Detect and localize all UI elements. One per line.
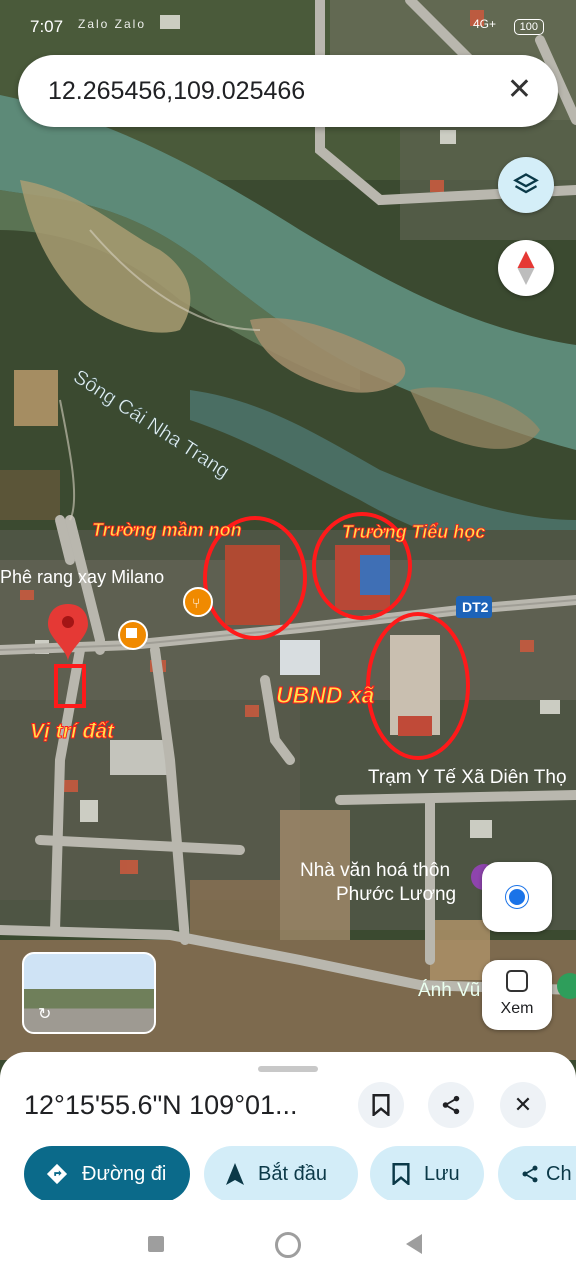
culture-house-label-1: Nhà văn hoá thôn: [300, 860, 450, 881]
share-label: Ch: [546, 1162, 572, 1185]
coordinates-title: 12°15'55.6"N 109°01...: [24, 1090, 298, 1120]
close-icon: ✕: [513, 1092, 533, 1117]
commune-office-annotation: UBND xã: [276, 682, 375, 708]
layers-button[interactable]: [498, 157, 554, 213]
compass-button[interactable]: [498, 240, 554, 296]
status-bar: 7:07 Zalo Zalo 4G+ 100: [0, 0, 576, 56]
bookmark-icon: [372, 1094, 390, 1116]
directions-label: Đường đi: [82, 1162, 167, 1185]
save-button[interactable]: Lưu: [370, 1146, 484, 1202]
commune-office-circle: [366, 612, 470, 760]
share-chip-button[interactable]: Ch: [498, 1146, 576, 1202]
culture-house-label-2: Phước Lương: [336, 884, 456, 905]
primary-school-annotation: Trường Tiểu học: [342, 522, 485, 542]
river-label: Sông Cái Nha Trang: [69, 366, 233, 483]
rotate-360-icon: ↻: [38, 1006, 52, 1023]
recents-icon[interactable]: [148, 1236, 164, 1252]
save-label: Lưu: [424, 1162, 460, 1185]
layers-icon: [513, 173, 539, 194]
restaurant-poi-icon[interactable]: ⑂: [183, 587, 213, 617]
system-navigation-bar: [0, 1200, 576, 1280]
sheet-drag-handle[interactable]: [258, 1066, 318, 1072]
my-location-button[interactable]: [482, 862, 552, 932]
status-app-icons: Zalo Zalo: [78, 17, 147, 31]
my-location-icon: [506, 886, 528, 908]
land-location-box: [54, 664, 86, 708]
share-icon: [442, 1095, 460, 1115]
battery-indicator: 100: [513, 19, 544, 35]
back-icon[interactable]: [406, 1234, 422, 1254]
view-button[interactable]: Xem: [482, 960, 552, 1030]
search-bar[interactable]: 12.265456,109.025466 ✕: [18, 55, 558, 127]
kindergarten-annotation: Trường mầm non: [92, 520, 242, 540]
navigation-icon: [226, 1163, 244, 1185]
shop-poi-icon[interactable]: [557, 973, 576, 999]
share-button[interactable]: [428, 1082, 474, 1128]
place-label: Ánh Vũ: [418, 980, 480, 1001]
search-query[interactable]: 12.265456,109.025466: [48, 77, 305, 106]
home-icon[interactable]: [275, 1232, 301, 1258]
signal-indicator: 4G+: [472, 17, 496, 31]
view-button-label: Xem: [500, 1000, 534, 1017]
directions-button[interactable]: Đường đi: [24, 1146, 190, 1202]
directions-icon: [46, 1163, 68, 1185]
close-sheet-button[interactable]: ✕: [500, 1082, 546, 1128]
bookmark-icon: [392, 1163, 410, 1185]
save-bookmark-button[interactable]: [358, 1082, 404, 1128]
cafe-label: Phê rang xay Milano: [0, 567, 164, 587]
status-time: 7:07: [30, 17, 64, 36]
close-icon[interactable]: ✕: [507, 72, 532, 107]
location-pin-icon[interactable]: [48, 604, 88, 662]
start-label: Bắt đầu: [258, 1162, 327, 1185]
start-navigation-button[interactable]: Bắt đầu: [204, 1146, 358, 1202]
road-badge-label: DT2: [462, 599, 489, 615]
health-station-label: Trạm Y Tế Xã Diên Thọ: [368, 767, 567, 788]
compass-icon: [517, 251, 535, 285]
street-view-thumbnail[interactable]: ↻: [22, 952, 156, 1034]
land-location-annotation: Vị trí đất: [30, 720, 115, 743]
cafe-poi-icon[interactable]: [118, 620, 148, 650]
svg-text:⑂: ⑂: [192, 596, 200, 612]
share-icon: [522, 1165, 538, 1183]
lens-icon: [506, 970, 528, 992]
